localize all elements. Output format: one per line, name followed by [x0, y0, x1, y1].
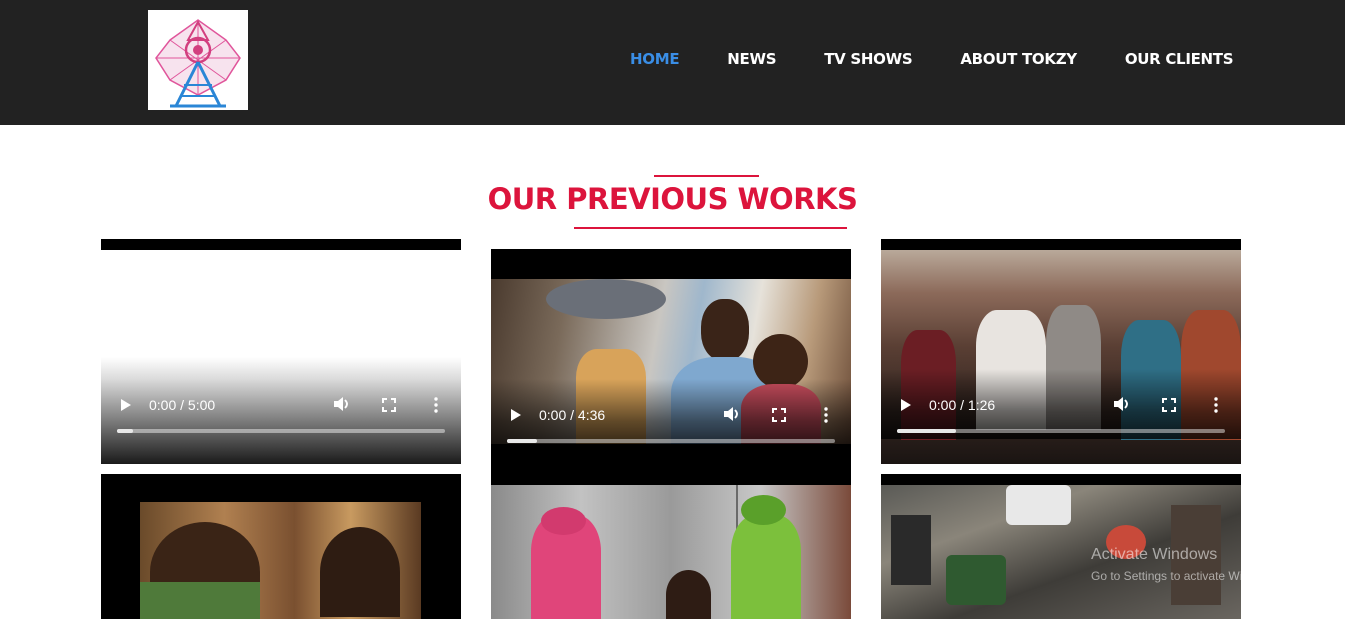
- more-options-icon[interactable]: [824, 407, 828, 426]
- seek-bar[interactable]: [507, 439, 835, 443]
- activate-windows-subtitle: Go to Settings to activate Windows.: [1091, 569, 1241, 583]
- volume-icon[interactable]: [333, 396, 351, 415]
- fullscreen-icon[interactable]: [772, 408, 786, 425]
- activate-windows-title: Activate Windows: [1091, 546, 1218, 563]
- fullscreen-icon[interactable]: [1162, 398, 1176, 415]
- video-player-2[interactable]: 0:00 / 4:36: [491, 249, 851, 485]
- site-header: HOME NEWS TV SHOWS ABOUT TOKZY OUR CLIEN…: [0, 0, 1345, 125]
- video-frame: [140, 502, 421, 619]
- video-time: 0:00 / 5:00: [149, 397, 216, 413]
- nav-news[interactable]: NEWS: [727, 50, 776, 68]
- volume-icon[interactable]: [723, 406, 741, 425]
- seek-progress: [897, 429, 957, 433]
- play-icon[interactable]: [121, 399, 131, 411]
- section-title: OUR PREVIOUS WORKS: [487, 182, 858, 216]
- video-frame: [491, 485, 851, 619]
- video-player-6[interactable]: Activate Windows Go to Settings to activ…: [881, 474, 1241, 619]
- main-nav: HOME NEWS TV SHOWS ABOUT TOKZY OUR CLIEN…: [630, 50, 1234, 68]
- seek-bar[interactable]: [897, 429, 1225, 433]
- nav-home[interactable]: HOME: [630, 50, 680, 68]
- video-player-5[interactable]: [491, 485, 851, 619]
- fullscreen-icon[interactable]: [382, 398, 396, 415]
- seek-progress: [117, 429, 134, 433]
- video-player-3[interactable]: 0:00 / 1:26: [881, 239, 1241, 464]
- video-player-1[interactable]: 0:00 / 5:00: [101, 239, 461, 464]
- nav-tv-shows[interactable]: TV SHOWS: [824, 50, 912, 68]
- play-icon[interactable]: [901, 399, 911, 411]
- site-logo[interactable]: [148, 10, 248, 110]
- video-time: 0:00 / 4:36: [539, 407, 606, 423]
- nav-about-tokzy[interactable]: ABOUT TOKZY: [960, 50, 1077, 68]
- seek-bar[interactable]: [117, 429, 445, 433]
- video-player-4[interactable]: [101, 474, 461, 619]
- video-time: 0:00 / 1:26: [929, 397, 996, 413]
- more-options-icon[interactable]: [1214, 397, 1218, 416]
- seek-progress: [507, 439, 537, 443]
- volume-icon[interactable]: [1113, 396, 1131, 415]
- tower-logo-icon: [155, 19, 241, 108]
- nav-our-clients[interactable]: OUR CLIENTS: [1125, 50, 1234, 68]
- title-divider-bottom: [574, 227, 847, 229]
- play-icon[interactable]: [511, 409, 521, 421]
- title-divider-top: [654, 175, 759, 177]
- more-options-icon[interactable]: [434, 397, 438, 416]
